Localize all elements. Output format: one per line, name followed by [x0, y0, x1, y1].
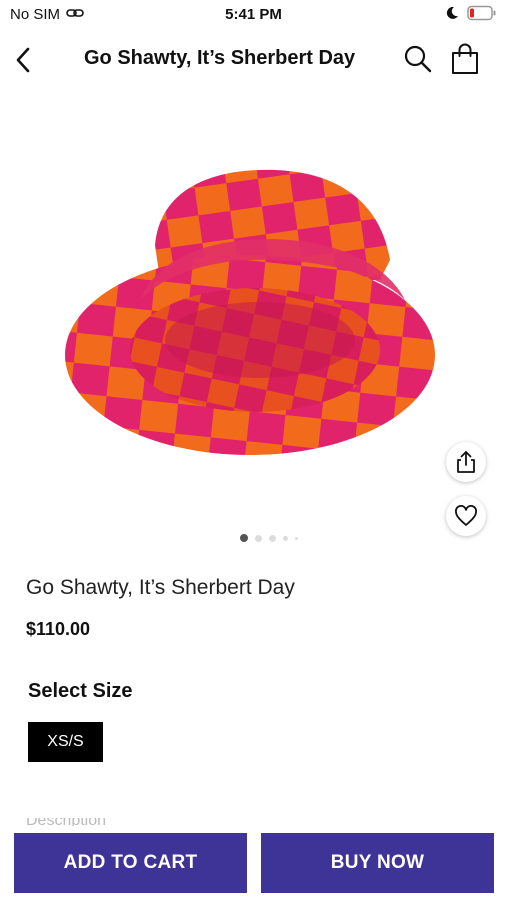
back-arrow-icon [16, 47, 30, 73]
action-bar: ADD TO CART BUY NOW [0, 826, 507, 900]
carousel-dot-1[interactable] [239, 534, 248, 542]
favorite-button[interactable] [446, 496, 486, 536]
size-option-xs-s[interactable]: XS/S [28, 722, 103, 762]
search-icon [404, 45, 432, 73]
moon-icon [445, 6, 459, 25]
share-icon [457, 451, 475, 473]
share-button[interactable] [446, 442, 486, 482]
status-bar: No SIM 5:41 PM [0, 0, 507, 32]
product-name: Go Shawty, It’s Sherbert Day [26, 576, 295, 599]
search-button[interactable] [402, 43, 434, 75]
carousel-dot-3[interactable] [268, 534, 276, 542]
status-right [445, 5, 497, 26]
add-to-cart-button[interactable]: ADD TO CART [14, 833, 247, 893]
carousel-indicator[interactable] [0, 534, 507, 542]
buy-now-button[interactable]: BUY NOW [261, 833, 494, 893]
size-heading: Select Size [28, 680, 133, 702]
battery-icon [467, 5, 497, 26]
back-button[interactable] [8, 42, 38, 78]
carousel-dot-5[interactable] [294, 536, 298, 540]
carousel-dot-4[interactable] [282, 535, 288, 541]
carousel-dot-2[interactable] [254, 534, 262, 542]
product-image[interactable] [60, 150, 450, 470]
nav-bar: Go Shawty, It’s Sherbert Day [0, 36, 507, 84]
page-title: Go Shawty, It’s Sherbert Day [84, 47, 356, 69]
cart-button[interactable] [447, 41, 483, 77]
status-time: 5:41 PM [225, 6, 282, 23]
product-price: $110.00 [26, 619, 91, 639]
heart-icon [455, 505, 477, 526]
shopping-bag-icon [452, 43, 478, 74]
